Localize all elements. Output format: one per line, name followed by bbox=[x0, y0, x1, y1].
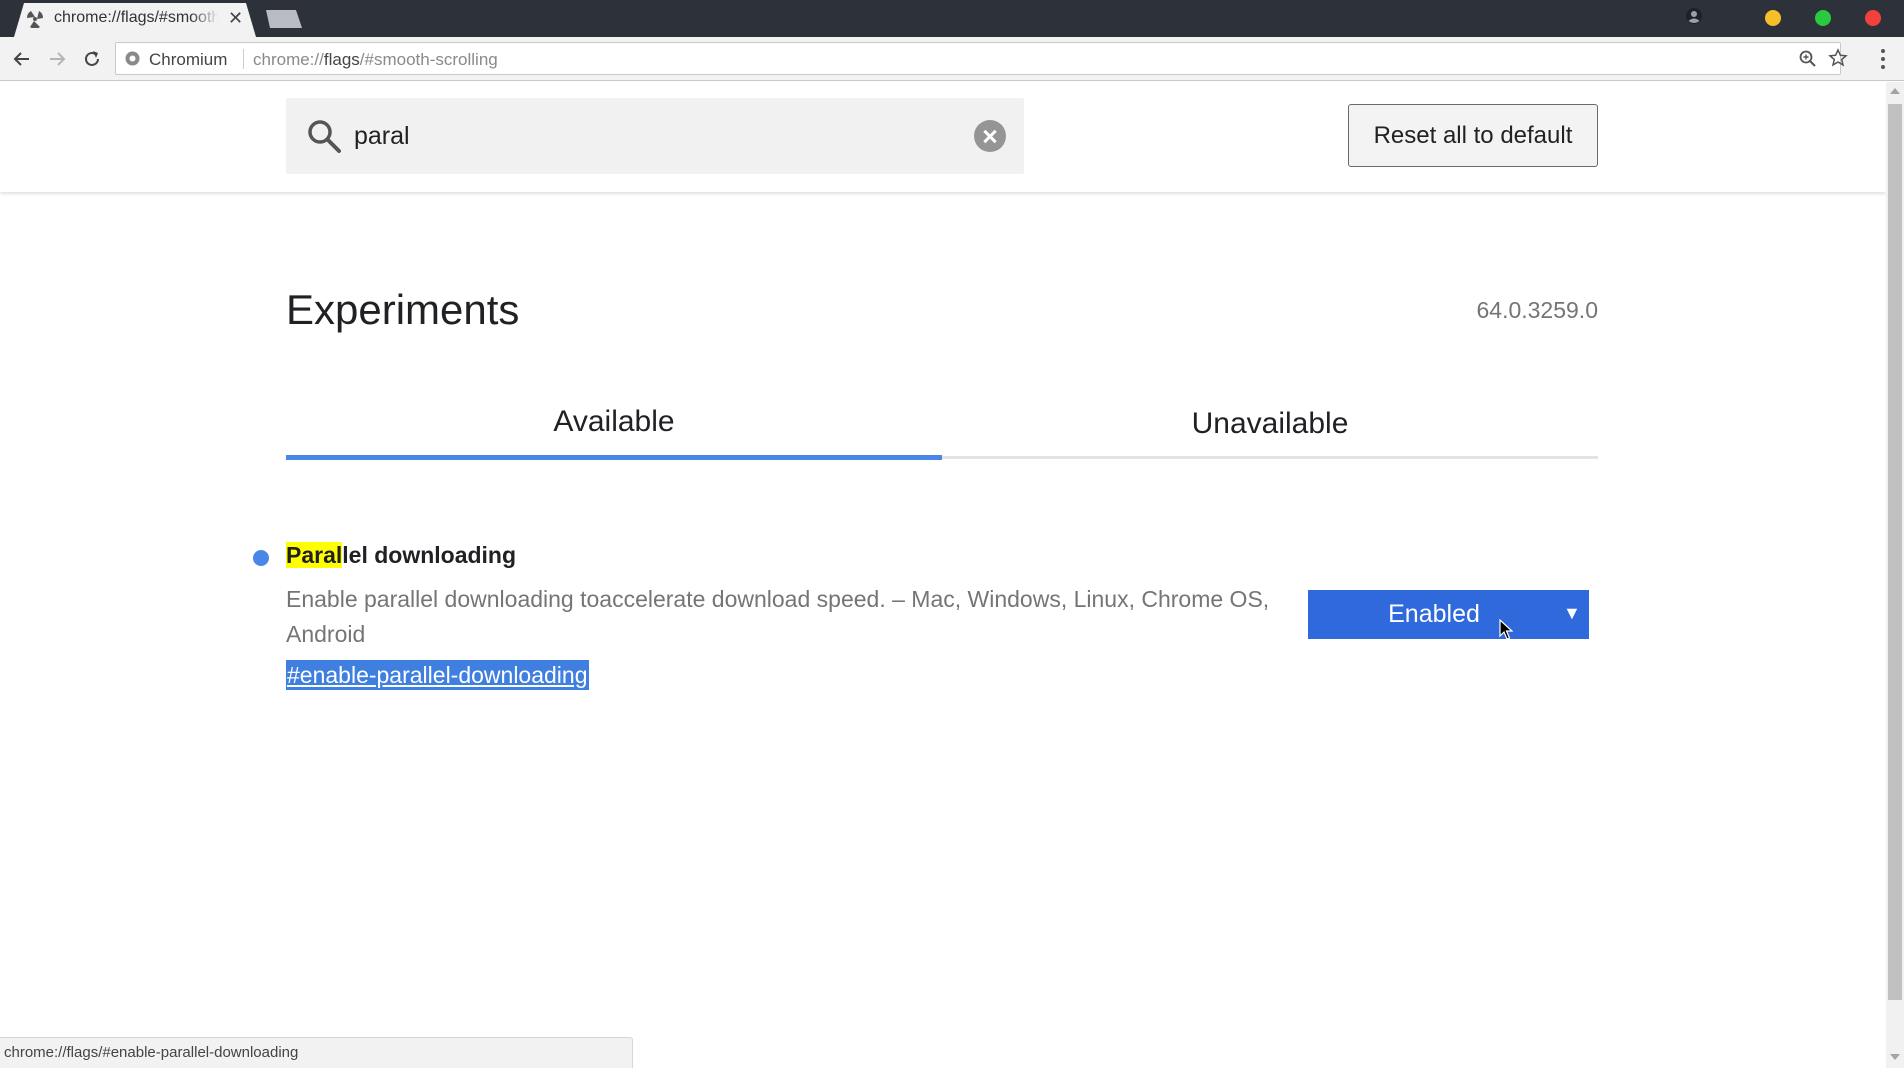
minimize-button[interactable] bbox=[1765, 10, 1781, 26]
tab-unavailable[interactable]: Unavailable bbox=[942, 392, 1598, 456]
flag-permalink[interactable]: #enable-parallel-downloading bbox=[286, 660, 589, 690]
tab-title: chrome://flags/#smooth-scrolling bbox=[54, 9, 219, 27]
flags-icon bbox=[26, 11, 44, 28]
reset-all-button[interactable]: Reset all to default bbox=[1348, 104, 1598, 167]
browser-toolbar: Chromium chrome://flags/#smooth-scrollin… bbox=[0, 37, 1904, 81]
scroll-up-arrow-icon[interactable] bbox=[1890, 88, 1900, 94]
tab-available[interactable]: Available bbox=[286, 390, 942, 454]
address-bar[interactable]: Chromium chrome://flags/#smooth-scrollin… bbox=[115, 42, 1848, 75]
maximize-button[interactable] bbox=[1815, 10, 1831, 26]
modified-indicator-dot bbox=[253, 550, 269, 566]
active-tab-indicator bbox=[286, 455, 942, 460]
title-bar: chrome://flags/#smooth-scrolling ✕ bbox=[0, 0, 1904, 37]
tab-close-icon[interactable]: ✕ bbox=[228, 8, 243, 28]
scroll-down-arrow-icon[interactable] bbox=[1890, 1054, 1900, 1060]
profile-icon[interactable] bbox=[1685, 7, 1703, 25]
url-text: chrome://flags/#smooth-scrolling bbox=[253, 50, 498, 69]
flag-title: Parallel downloading bbox=[286, 542, 517, 568]
search-icon bbox=[308, 120, 341, 153]
page-scrollbar[interactable] bbox=[1886, 82, 1904, 1068]
search-header: Reset all to default bbox=[0, 82, 1886, 192]
zoom-icon[interactable] bbox=[1798, 49, 1818, 69]
new-tab-button[interactable] bbox=[266, 10, 302, 28]
scroll-thumb[interactable] bbox=[1888, 104, 1902, 1000]
page-title: Experiments bbox=[286, 286, 520, 333]
status-bar: chrome://flags/#enable-parallel-download… bbox=[0, 1037, 633, 1068]
back-arrow-icon bbox=[13, 52, 29, 66]
flag-state-select[interactable]: Enabled ▼ bbox=[1308, 590, 1589, 639]
bookmark-star-icon[interactable] bbox=[1828, 48, 1848, 68]
mouse-cursor-icon bbox=[1499, 619, 1513, 640]
clear-search-icon[interactable] bbox=[974, 120, 1006, 152]
search-box[interactable] bbox=[286, 98, 1024, 174]
tab-bar: Available Unavailable bbox=[286, 390, 1598, 460]
flag-state-value: Enabled bbox=[1388, 600, 1480, 628]
forward-button[interactable] bbox=[43, 45, 71, 73]
search-input[interactable] bbox=[354, 116, 954, 156]
site-name: Chromium bbox=[149, 50, 228, 69]
version-label: 64.0.3259.0 bbox=[1476, 297, 1598, 323]
chromium-page-icon bbox=[125, 51, 140, 66]
browser-menu-icon[interactable] bbox=[1874, 46, 1892, 72]
reload-button[interactable] bbox=[78, 45, 106, 73]
reload-icon bbox=[85, 51, 99, 66]
forward-arrow-icon bbox=[50, 52, 66, 66]
dropdown-arrow-icon: ▼ bbox=[1563, 603, 1581, 623]
flag-description: Enable parallel downloading toaccelerate… bbox=[286, 586, 1270, 647]
search-match-highlight: Paral bbox=[286, 542, 343, 568]
close-window-button[interactable] bbox=[1865, 10, 1881, 26]
address-separator bbox=[243, 49, 244, 69]
flags-page: Reset all to default Experiments 64.0.32… bbox=[0, 82, 1886, 1068]
back-button[interactable] bbox=[8, 45, 36, 73]
